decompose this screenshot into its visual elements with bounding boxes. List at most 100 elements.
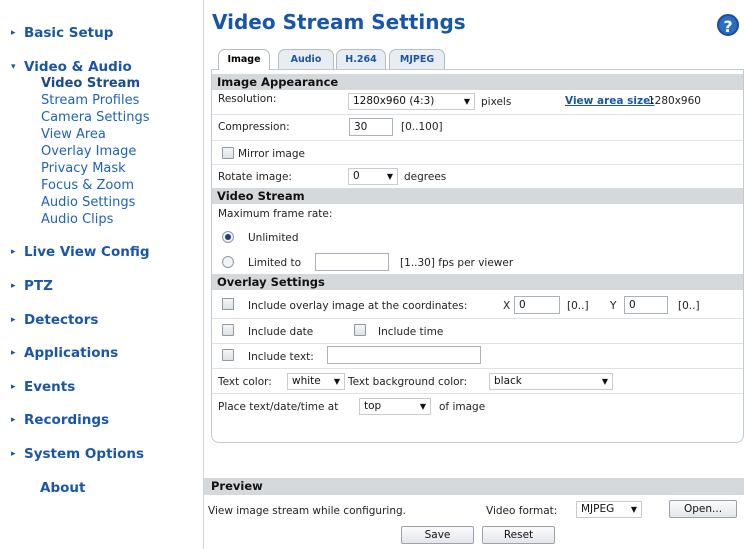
overlay-y-label: Y [610,300,617,312]
text-color-select[interactable]: white ▼ [287,373,345,390]
overlay-x-range: [0..] [567,300,589,312]
section-video-stream: Video Stream [212,188,743,204]
divider [212,318,743,319]
text-bg-color-label: Text background color: [348,376,468,388]
chevron-right-icon: ▸ [11,247,16,257]
unlimited-label: Unlimited [248,232,299,244]
rotate-image-value: 0 [353,170,360,182]
include-text-input[interactable] [327,346,481,364]
tab-audio[interactable]: Audio [278,49,334,69]
nav-basic-setup[interactable]: ▸ Basic Setup [11,25,113,41]
include-time-checkbox[interactable] [354,324,366,336]
view-area-size-link[interactable]: View area size: [565,95,654,107]
unlimited-radio[interactable] [222,231,234,243]
dropdown-arrow-icon: ▼ [630,505,637,514]
video-format-value: MJPEG [581,503,615,515]
section-image-appearance: Image Appearance [212,74,743,90]
chevron-right-icon: ▸ [11,28,16,38]
open-preview-button[interactable]: Open... [669,500,737,518]
nav-item-video-stream[interactable]: Video Stream [41,76,140,92]
nav-live-view-config-label: Live View Config [24,244,150,260]
nav-events-label: Events [24,379,76,395]
mirror-image-label: Mirror image [238,148,305,160]
nav-video-audio-label: Video & Audio [24,59,132,75]
text-color-label: Text color: [218,376,272,388]
include-overlay-checkbox[interactable] [222,298,234,310]
nav-events[interactable]: ▸ Events [11,379,75,395]
video-format-select[interactable]: MJPEG ▼ [576,501,642,518]
place-text-suffix: of image [439,401,486,413]
text-bg-color-select[interactable]: black ▼ [489,373,613,390]
chevron-right-icon: ▸ [11,382,16,392]
include-date-checkbox[interactable] [222,324,234,336]
compression-range: [0..100] [401,121,443,133]
preview-description: View image stream while configuring. [208,505,406,517]
nav-item-privacy-mask[interactable]: Privacy Mask [41,161,126,177]
video-format-label: Video format: [486,505,558,517]
chevron-right-icon: ▸ [11,315,16,325]
rotate-image-label: Rotate image: [218,171,292,183]
dropdown-arrow-icon: ▼ [386,172,393,181]
nav-about[interactable]: About [40,480,85,496]
nav-video-audio[interactable]: ▾ Video & Audio [11,59,132,75]
reset-button[interactable]: Reset [482,526,555,544]
limited-to-label: Limited to [248,257,302,269]
rotate-image-select[interactable]: 0 ▼ [348,168,398,185]
divider [212,343,743,344]
nav-ptz-label: PTZ [24,278,53,294]
overlay-x-input[interactable]: 0 [514,296,560,314]
nav-basic-setup-label: Basic Setup [24,25,114,41]
chevron-right-icon: ▸ [11,348,16,358]
nav-item-focus-zoom[interactable]: Focus & Zoom [41,178,134,194]
compression-input[interactable]: 30 [349,118,393,136]
nav-applications-label: Applications [24,345,119,361]
dropdown-arrow-icon: ▼ [463,97,470,106]
nav-detectors-label: Detectors [24,312,99,328]
text-bg-color-value: black [494,375,522,387]
tab-image[interactable]: Image [218,49,270,70]
tab-mjpeg[interactable]: MJPEG [389,49,445,69]
divider [212,114,743,115]
chevron-right-icon: ▸ [11,449,16,459]
divider [212,368,743,369]
section-preview: Preview [204,478,744,495]
include-overlay-label: Include overlay image at the coordinates… [248,300,468,312]
chevron-right-icon: ▸ [11,415,16,425]
nav-item-view-area[interactable]: View Area [41,127,106,143]
help-icon[interactable]: ? [717,14,739,36]
limited-fps-input[interactable] [315,253,389,271]
nav-system-options-label: System Options [24,446,145,462]
text-color-value: white [292,375,321,387]
tab-h264[interactable]: H.264 [336,49,386,69]
sidebar-nav: ▸ Basic Setup ▾ Video & Audio Video Stream… [0,0,204,549]
nav-recordings-label: Recordings [24,412,110,428]
overlay-y-range: [0..] [678,300,700,312]
resolution-select[interactable]: 1280x960 (4:3) ▼ [348,93,475,110]
nav-item-audio-settings[interactable]: Audio Settings [41,195,135,211]
include-text-checkbox[interactable] [222,349,234,361]
nav-applications[interactable]: ▸ Applications [11,345,118,361]
nav-recordings[interactable]: ▸ Recordings [11,412,109,428]
dropdown-arrow-icon: ▼ [419,402,426,411]
resolution-value: 1280x960 (4:3) [353,95,435,107]
nav-detectors[interactable]: ▸ Detectors [11,312,98,328]
limited-fps-range: [1..30] fps per viewer [400,257,514,269]
nav-live-view-config[interactable]: ▸ Live View Config [11,244,150,260]
nav-ptz[interactable]: ▸ PTZ [11,278,53,294]
limited-to-radio[interactable] [222,256,234,268]
save-button[interactable]: Save [401,526,474,544]
nav-item-audio-clips[interactable]: Audio Clips [41,212,113,228]
dropdown-arrow-icon: ▼ [601,377,608,386]
divider [212,140,743,141]
mirror-image-checkbox[interactable] [222,147,234,159]
overlay-y-input[interactable]: 0 [624,296,668,314]
nav-item-overlay-image[interactable]: Overlay Image [41,144,136,160]
divider [212,164,743,165]
nav-item-camera-settings[interactable]: Camera Settings [41,110,149,126]
place-text-value: top [364,400,382,412]
section-overlay-settings: Overlay Settings [212,274,743,290]
resolution-unit: pixels [481,96,512,108]
nav-item-stream-profiles[interactable]: Stream Profiles [41,93,139,109]
nav-system-options[interactable]: ▸ System Options [11,446,144,462]
place-text-select[interactable]: top ▼ [359,398,431,415]
